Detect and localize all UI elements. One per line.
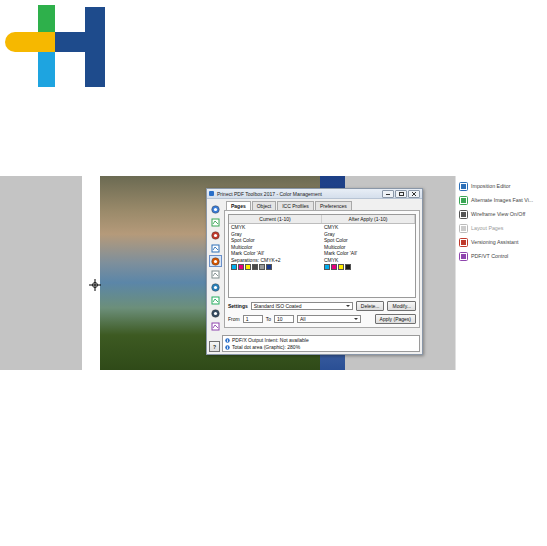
toolbar-button[interactable] [209,255,222,267]
side-item[interactable]: Versioning Assistant [459,237,547,247]
logo-icon [0,2,110,92]
table-row: CMYK CMYK [229,224,415,231]
toolbar [209,201,222,332]
side-item[interactable]: Imposition Editor [459,181,547,191]
color-swatch [259,264,265,270]
tool-icon [211,322,220,331]
side-item[interactable]: Layout Pages [459,223,547,233]
tab[interactable]: Preferences [315,201,352,210]
pages-panel: Current (1-10)After Apply (1-10) CMYK CM… [224,210,420,328]
color-swatch [331,264,337,270]
info-box: PDF/X Output Intent: Not available Total… [222,335,420,352]
range-row: From 1 To 10 All Apply (Pages) [228,314,416,324]
canvas-margin [0,176,82,370]
info-line: PDF/X Output Intent: Not available [225,337,417,343]
tab[interactable]: Pages [226,201,251,210]
application-view: Imposition Editor Alternate Images Fast … [0,176,547,370]
tab[interactable]: Object [252,201,276,210]
toolbar-button[interactable] [209,229,222,241]
table-row: Mark Color 'All' Mark Color 'All' [229,250,415,257]
color-swatch [324,264,330,270]
toolbar-button[interactable] [209,307,222,319]
tool-icon [211,296,220,305]
tool-icon [211,205,220,214]
info-icon [225,338,230,343]
tool-icon [211,257,220,266]
color-swatch [238,264,244,270]
column-header: After Apply (1-10) [322,215,415,223]
side-item[interactable]: PDF/VT Control [459,251,547,261]
tool-icon [211,231,220,240]
pages-select[interactable]: All [297,315,361,323]
color-swatch [266,264,272,270]
tab-bar: PagesObjectICC ProfilesPreferences [224,201,420,210]
tool-icon [459,210,468,219]
to-input[interactable]: 10 [274,315,294,323]
side-item[interactable]: Wireframe View On/Off [459,209,547,219]
tool-icon [211,244,220,253]
tool-icon [211,270,220,279]
table-row: Gray Gray [229,231,415,238]
toolbar-button[interactable] [209,281,222,293]
tool-icon [459,238,468,247]
table-row: Multicolor Multicolor [229,244,415,251]
apply-button[interactable]: Apply (Pages) [375,314,416,324]
crosshair-icon [89,279,101,291]
side-item[interactable]: Alternate Images Fast Vi... [459,195,547,205]
toolbar-button[interactable] [209,320,222,332]
toolbar-button[interactable] [209,203,222,215]
screen: Imposition Editor Alternate Images Fast … [0,0,547,546]
color-management-dialog: Prinect PDF Toolbox 2017 - Color Managem… [206,188,423,355]
settings-select[interactable]: Standard ISO Coated [251,302,353,310]
color-swatch [245,264,251,270]
table-header: Current (1-10)After Apply (1-10) [229,215,415,224]
table-row: Separations: CMYK+2 CMYK [229,257,415,264]
tool-icon [459,182,468,191]
toolbar-button[interactable] [209,294,222,306]
tool-icon [211,309,220,318]
maximize-button[interactable] [395,190,407,198]
info-icon [225,345,230,350]
tool-icon [211,283,220,292]
color-swatch [231,264,237,270]
color-table: Current (1-10)After Apply (1-10) CMYK CM… [228,214,416,298]
close-button[interactable] [408,190,420,198]
help-button[interactable]: ? [209,341,220,352]
info-line: Total dot area (Graphic): 280% [225,344,417,350]
separations-row [229,263,415,271]
color-swatch [252,264,258,270]
toolbar-button[interactable] [209,268,222,280]
from-input[interactable]: 1 [243,315,263,323]
settings-row: Settings Standard ISO Coated Delete...Mo… [228,301,416,311]
side-panel: Imposition Editor Alternate Images Fast … [455,176,547,370]
settings-button[interactable]: Modify... [387,301,416,311]
app-icon [209,191,214,196]
tool-icon [459,224,468,233]
color-swatch [338,264,344,270]
color-swatch [345,264,351,270]
settings-button[interactable]: Delete... [356,301,385,311]
canvas-gap [82,176,100,370]
tool-icon [459,196,468,205]
tool-icon [211,218,220,227]
table-row: Spot Color Spot Color [229,237,415,244]
tool-icon [459,252,468,261]
header [0,0,547,176]
toolbar-button[interactable] [209,216,222,228]
column-header: Current (1-10) [229,215,322,223]
toolbar-button[interactable] [209,242,222,254]
title-bar[interactable]: Prinect PDF Toolbox 2017 - Color Managem… [207,189,422,199]
tab[interactable]: ICC Profiles [277,201,314,210]
minimize-button[interactable] [382,190,394,198]
